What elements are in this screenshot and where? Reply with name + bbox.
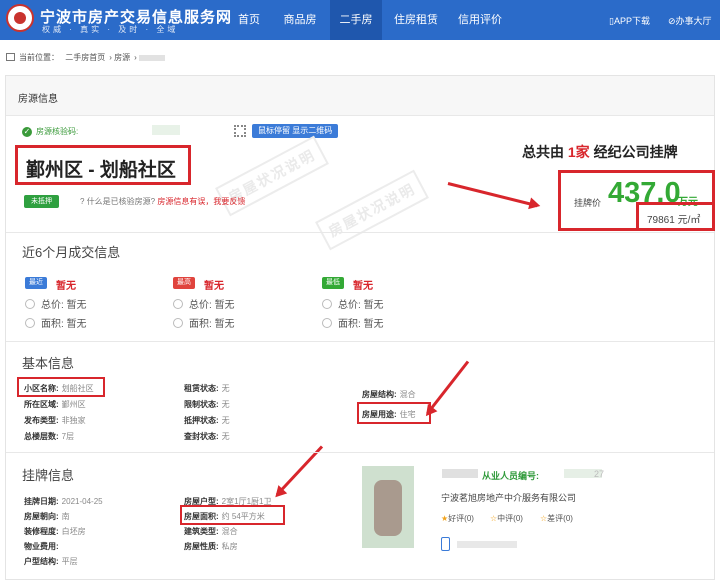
community-name-highlight [17, 377, 105, 397]
area-icon [322, 318, 332, 328]
basic-info-section-title: 基本信息 [22, 356, 75, 371]
info-rental-status: 租赁状态: 无 [184, 384, 230, 393]
area-icon [173, 318, 183, 328]
agent-company[interactable]: 宁波茗旭房地产中介服务有限公司 [441, 491, 576, 504]
deal-area-lowest: 面积: 暂无 [322, 315, 384, 330]
price-label: 挂牌价 [574, 198, 602, 208]
deal-total-lowest: 总价: 暂无 [322, 296, 384, 311]
agency-summary: 总共由 1家 经纪公司挂牌 [522, 142, 678, 162]
verify-code-blurred [152, 125, 180, 135]
price-icon [25, 299, 35, 309]
nav-credit-rating[interactable]: 信用评价 [452, 0, 508, 40]
rating-bad[interactable]: ☆差评(0) [540, 513, 573, 524]
panel-title: 房源信息 [18, 94, 58, 105]
unit-price-highlight: 79861 元/㎡ [636, 202, 715, 231]
info-orientation: 房屋朝向: 南 [24, 512, 70, 521]
info-decoration: 装修程度: 白坯房 [24, 527, 86, 536]
mobile-phone-icon [441, 537, 450, 551]
rating-good[interactable]: ★好评(0) [441, 513, 474, 524]
agency-suffix: 经纪公司挂牌 [593, 144, 678, 160]
breadcrumb: 当前位置： 二手房首页 › 房源 › [6, 52, 169, 63]
section-divider [6, 341, 714, 342]
deal-tag-lowest: 最低 [322, 277, 344, 289]
section-divider [6, 232, 714, 233]
qr-hint-tooltip[interactable]: 鼠标停留 显示二维码 [252, 124, 339, 138]
verify-help-row: ? 什么是已核验房源? 房源信息有误，我要反馈 [80, 196, 245, 207]
verify-code-row: ✓ 房源核验码: [22, 126, 78, 137]
info-building-type: 建筑类型: 混合 [184, 527, 238, 536]
price-icon [322, 299, 332, 309]
service-icon: ⊘ [668, 16, 676, 26]
info-total-floors: 总楼层数: 7层 [24, 432, 75, 441]
info-listing-date: 挂牌日期: 2021-04-25 [24, 497, 103, 506]
help-icon: ? [80, 197, 85, 206]
agency-prefix: 总共由 [522, 144, 564, 160]
info-property-nature: 房屋性质: 私房 [184, 542, 238, 551]
deal-area-recent: 面积: 暂无 [25, 315, 87, 330]
agent-name-blurred [442, 469, 478, 478]
deal-status-recent: 暂无 [56, 281, 76, 292]
info-layout-structure: 户型结构: 平层 [24, 557, 78, 566]
nav-second-hand[interactable]: 二手房 [330, 0, 382, 40]
agent-avatar[interactable] [362, 466, 414, 548]
breadcrumb-current-label: 当前位置： [19, 53, 59, 62]
usage-highlight [357, 402, 431, 424]
breadcrumb-item-listing[interactable]: 房源 [114, 53, 130, 62]
breadcrumb-blurred-item [139, 54, 166, 61]
deal-status-highest: 暂无 [204, 281, 224, 292]
unit-price: 79861 元/㎡ [647, 215, 701, 226]
deal-total-recent: 总价: 暂无 [25, 296, 87, 311]
app-download-link[interactable]: ▯APP下载 [609, 14, 650, 27]
info-district: 所在区域: 鄞州区 [24, 400, 86, 409]
agency-count[interactable]: 1家 [568, 144, 590, 160]
deals-section-title: 近6个月成交信息 [22, 245, 121, 260]
agent-phone-blurred [457, 541, 517, 548]
home-icon [6, 53, 15, 61]
price-icon [173, 299, 183, 309]
mortgage-status-badge: 未抵押 [24, 195, 59, 208]
report-error-link[interactable]: 房源信息有误，我要反馈 [157, 197, 245, 206]
section-divider [6, 452, 714, 453]
top-navigation-bar: 宁波市房产交易信息服务网 权威 · 真实 · 及时 · 全域 首页 商品房 二手… [0, 0, 720, 40]
site-logo-icon[interactable] [6, 4, 34, 32]
deal-area-highest: 面积: 暂无 [173, 315, 235, 330]
nav-new-homes[interactable]: 商品房 [278, 0, 322, 40]
info-restriction-status: 限制状态: 无 [184, 400, 230, 409]
rating-medium[interactable]: ☆中评(0) [490, 513, 523, 524]
panel-header: 房源信息 [6, 76, 714, 116]
site-slogan: 权威 · 真实 · 及时 · 全域 [42, 25, 179, 34]
info-property-fee: 物业费用: [24, 542, 59, 551]
listing-title: 鄞州区 - 划船社区 [26, 160, 176, 181]
info-seizure-status: 查封状态: 无 [184, 432, 230, 441]
deal-status-lowest: 暂无 [353, 281, 373, 292]
deal-tag-recent: 最近 [25, 277, 47, 289]
deal-tag-highest: 最高 [173, 277, 195, 289]
check-icon: ✓ [22, 127, 32, 137]
agent-id-label: 从业人员编号: [482, 471, 539, 481]
qr-code-icon[interactable] [234, 125, 246, 137]
info-structure: 房屋结构: 混合 [362, 390, 416, 399]
deal-total-highest: 总价: 暂无 [173, 296, 235, 311]
verify-question-link[interactable]: 什么是已核验房源? [87, 197, 155, 206]
listing-info-section-title: 挂牌信息 [22, 468, 75, 483]
listing-title-highlight: 鄞州区 - 划船社区 [15, 145, 191, 185]
verify-code-label: 房源核验码: [36, 127, 79, 136]
area-highlight [180, 505, 285, 525]
area-icon [25, 318, 35, 328]
nav-rental[interactable]: 住房租赁 [388, 0, 444, 40]
nav-home[interactable]: 首页 [232, 0, 266, 40]
breadcrumb-item-second-hand-home[interactable]: 二手房首页 [65, 53, 105, 62]
agent-id-suffix: 27 [594, 469, 605, 479]
info-publish-type: 发布类型: 非独家 [24, 416, 86, 425]
info-mortgage-status: 抵押状态: 无 [184, 416, 230, 425]
service-hall-link[interactable]: ⊘办事大厅 [668, 14, 712, 27]
